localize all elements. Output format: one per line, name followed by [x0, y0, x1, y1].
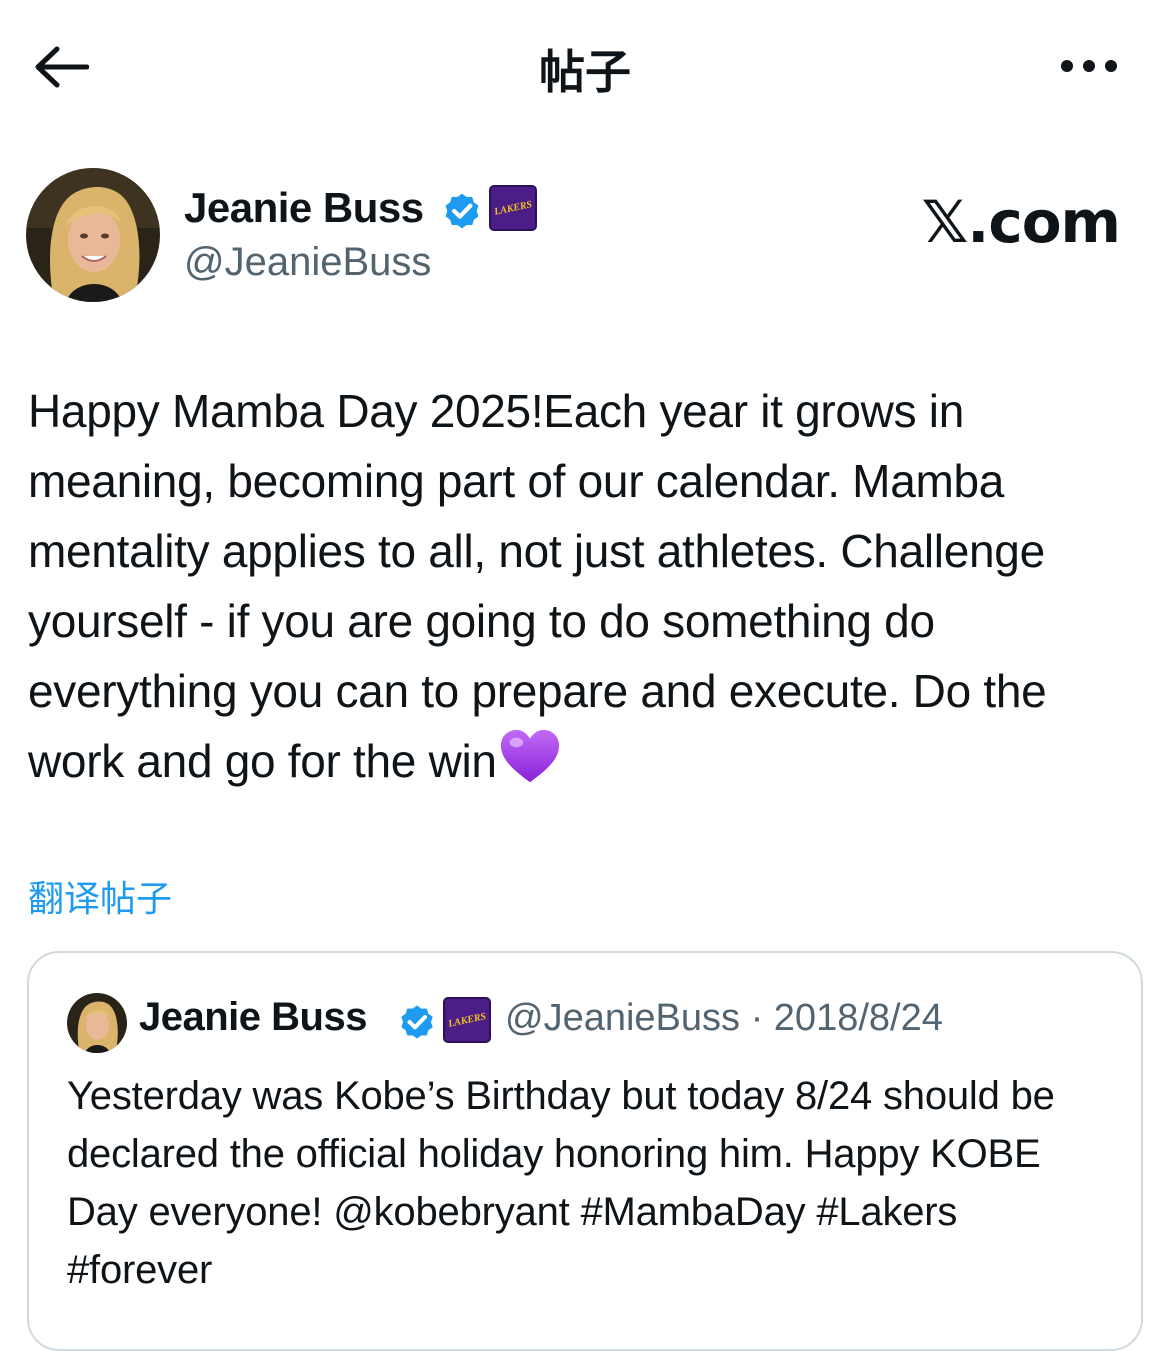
quoted-post-text: Yesterday was Kobe’s Birthday but today …: [67, 1074, 1066, 1292]
verified-badge-icon: [445, 193, 479, 229]
verified-badge-icon: [401, 1005, 433, 1039]
lakers-affiliation-badge: LAKERS: [443, 997, 491, 1043]
more-options-button[interactable]: [1054, 46, 1124, 86]
lakers-logo-icon: LAKERS: [447, 1010, 487, 1030]
page-title: 帖子: [539, 45, 631, 99]
quoted-handle-date: @JeanieBuss · 2018/8/24: [505, 997, 943, 1039]
more-horizontal-icon: [1061, 60, 1117, 72]
author-handle[interactable]: @JeanieBuss: [184, 240, 431, 285]
author-name[interactable]: Jeanie Buss: [184, 184, 424, 232]
quoted-post-card[interactable]: Jeanie Buss LAKERS @JeanieBuss · 2018/8/…: [27, 951, 1143, 1351]
post-text: Happy Mamba Day 2025!Each year it grows …: [28, 376, 1148, 796]
quoted-author-name: Jeanie Buss: [139, 995, 367, 1039]
lakers-logo-icon: LAKERS: [493, 198, 533, 218]
author-avatar[interactable]: [26, 168, 160, 302]
x-brand-watermark: 𝕏.com: [921, 188, 1121, 256]
lakers-affiliation-badge[interactable]: LAKERS: [489, 185, 537, 231]
quoted-author-avatar: [67, 993, 127, 1053]
purple-heart-icon: [500, 729, 559, 783]
translate-post-link[interactable]: 翻译帖子: [28, 870, 172, 922]
top-nav-bar: 帖子: [0, 0, 1170, 130]
